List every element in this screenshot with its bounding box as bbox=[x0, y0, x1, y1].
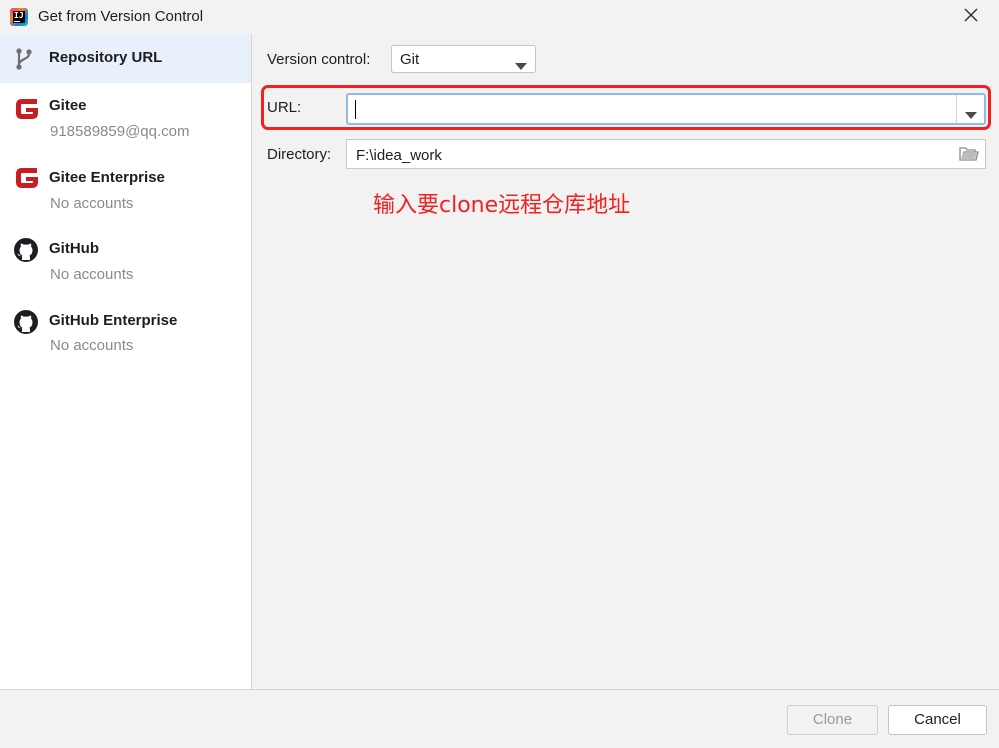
sidebar-item-account: No accounts bbox=[50, 266, 134, 283]
chevron-down-icon bbox=[965, 106, 977, 123]
github-icon bbox=[13, 237, 39, 267]
gitee-icon bbox=[13, 95, 41, 127]
sidebar-item-label: Repository URL bbox=[49, 49, 163, 66]
close-icon[interactable] bbox=[961, 5, 981, 25]
url-input[interactable] bbox=[352, 98, 956, 122]
sidebar-item-gitee-enterprise[interactable]: Gitee Enterprise No accounts bbox=[0, 154, 251, 225]
text-caret bbox=[355, 100, 356, 119]
sidebar-item-label: Gitee Enterprise bbox=[49, 169, 165, 186]
url-label: URL: bbox=[267, 99, 302, 116]
gitee-icon bbox=[13, 164, 41, 196]
annotation-text: 输入要clone远程仓库地址 bbox=[373, 193, 631, 218]
sidebar-item-github-enterprise[interactable]: GitHub Enterprise No accounts bbox=[0, 296, 251, 367]
github-icon bbox=[13, 309, 39, 339]
branch-icon bbox=[13, 47, 35, 75]
clone-button[interactable]: Clone bbox=[787, 705, 878, 735]
folder-icon[interactable] bbox=[959, 146, 979, 166]
url-dropdown-button[interactable] bbox=[956, 95, 984, 123]
sidebar-item-account: No accounts bbox=[50, 337, 134, 354]
version-control-label: Version control: bbox=[267, 51, 371, 68]
sidebar-item-github[interactable]: GitHub No accounts bbox=[0, 225, 251, 296]
chevron-down-icon bbox=[515, 57, 527, 74]
sidebar: Repository URL Gitee 918589859@qq.com Gi… bbox=[0, 34, 252, 689]
title-bar: IJ Get from Version Control bbox=[0, 0, 999, 34]
directory-input[interactable] bbox=[354, 144, 938, 166]
version-control-select[interactable]: Git bbox=[391, 45, 536, 73]
directory-label: Directory: bbox=[267, 146, 332, 163]
sidebar-item-account: 918589859@qq.com bbox=[50, 123, 190, 140]
url-combobox[interactable] bbox=[346, 93, 986, 125]
version-control-value: Git bbox=[400, 51, 420, 68]
intellij-app-icon: IJ bbox=[10, 8, 28, 26]
sidebar-item-label: GitHub bbox=[49, 240, 99, 257]
sidebar-item-label: Gitee bbox=[49, 97, 87, 114]
window-title: Get from Version Control bbox=[38, 8, 204, 25]
sidebar-item-gitee[interactable]: Gitee 918589859@qq.com bbox=[0, 83, 251, 154]
sidebar-item-repository-url[interactable]: Repository URL bbox=[0, 34, 251, 83]
sidebar-item-account: No accounts bbox=[50, 195, 134, 212]
footer: Clone Cancel bbox=[0, 689, 999, 748]
sidebar-item-label: GitHub Enterprise bbox=[49, 312, 178, 329]
cancel-button[interactable]: Cancel bbox=[888, 705, 987, 735]
directory-field[interactable] bbox=[346, 139, 986, 169]
